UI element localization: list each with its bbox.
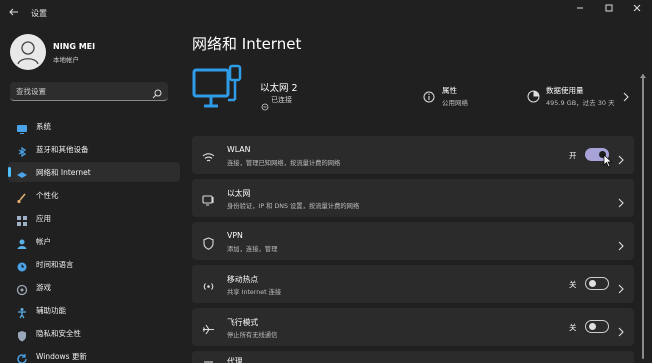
chevron-right-icon[interactable] bbox=[618, 193, 624, 208]
ethernet-icon bbox=[202, 192, 215, 206]
proxy-icon bbox=[202, 354, 215, 363]
back-arrow-icon[interactable] bbox=[8, 6, 24, 22]
card-subtitle: 共享 Internet 连接 bbox=[227, 289, 282, 296]
avatar[interactable] bbox=[10, 34, 46, 70]
mouse-cursor-icon bbox=[603, 153, 613, 168]
scroll-up-icon[interactable] bbox=[640, 64, 646, 78]
sidebar-item-accounts[interactable]: 帐户 bbox=[8, 231, 180, 251]
properties-subtitle: 公用网络 bbox=[442, 99, 468, 107]
hotspot-toggle[interactable] bbox=[585, 277, 609, 290]
wifi-icon bbox=[202, 149, 215, 162]
maximize-icon[interactable] bbox=[600, 3, 618, 17]
airplane-icon bbox=[202, 321, 215, 335]
card-title: 以太网 bbox=[227, 189, 251, 198]
sidebar-item-label: 个性化 bbox=[36, 191, 59, 200]
toggle-state-label: 关 bbox=[569, 280, 577, 289]
wifi-diamond-icon bbox=[16, 166, 28, 178]
sidebar-item-label: 帐户 bbox=[36, 237, 51, 246]
toggle-knob bbox=[589, 280, 596, 287]
close-icon[interactable] bbox=[628, 3, 646, 17]
sidebar-item-privacy[interactable]: 隐私和安全性 bbox=[8, 323, 180, 343]
sidebar-item-windows-update[interactable]: Windows 更新 bbox=[8, 346, 180, 363]
vpn-shield-icon bbox=[202, 235, 215, 250]
info-icon[interactable] bbox=[423, 88, 435, 103]
card-title: 移动热点 bbox=[227, 275, 259, 284]
chevron-right-icon[interactable] bbox=[618, 279, 624, 294]
profile-name: NING MEI bbox=[53, 42, 96, 51]
gamepad-icon bbox=[16, 281, 28, 296]
sidebar-item-bluetooth[interactable]: 蓝牙和其他设备 bbox=[8, 139, 180, 159]
page-title: 网络和 Internet bbox=[192, 35, 302, 53]
sidebar-item-label: 时间和语言 bbox=[36, 260, 74, 269]
data-usage-subtitle: 495.9 GB，过去 30 天 bbox=[546, 99, 615, 107]
search-placeholder: 查找设置 bbox=[16, 87, 46, 96]
search-input[interactable]: 查找设置 bbox=[10, 82, 168, 101]
card-subtitle: 添加，连接，管理 bbox=[227, 246, 278, 253]
toggle-state-label: 开 bbox=[569, 151, 577, 160]
sidebar-item-gaming[interactable]: 游戏 bbox=[8, 277, 180, 297]
chevron-right-icon[interactable] bbox=[622, 88, 630, 102]
sidebar-item-label: 隐私和安全性 bbox=[36, 329, 81, 338]
chevron-right-icon[interactable] bbox=[618, 236, 624, 251]
sidebar-item-label: 应用 bbox=[36, 214, 51, 223]
sidebar-item-label: 网络和 Internet bbox=[36, 168, 91, 177]
sidebar-item-apps[interactable]: 应用 bbox=[8, 208, 180, 228]
minimize-icon[interactable] bbox=[571, 3, 589, 17]
bluetooth-icon bbox=[16, 143, 28, 158]
card-title: 飞行模式 bbox=[227, 318, 259, 327]
globe-clock-icon bbox=[16, 258, 28, 272]
app-title: 设置 bbox=[31, 9, 47, 18]
card-subtitle: 连接，管理已知网络，按流量计费的网络 bbox=[227, 160, 341, 167]
sidebar-item-label: Windows 更新 bbox=[36, 352, 87, 361]
chevron-right-icon[interactable] bbox=[618, 322, 624, 337]
card-subtitle: 停止所有无线通信 bbox=[227, 332, 278, 339]
ethernet-status: 已连接 bbox=[271, 96, 292, 104]
monitor-icon bbox=[16, 120, 28, 134]
properties-title[interactable]: 属性 bbox=[442, 85, 457, 96]
card-proxy[interactable]: 代理 bbox=[192, 351, 634, 363]
card-vpn[interactable]: VPN 添加，连接，管理 bbox=[192, 222, 634, 260]
toggle-knob bbox=[589, 323, 596, 330]
brush-icon bbox=[16, 189, 28, 204]
toggle-state-label: 关 bbox=[569, 323, 577, 332]
update-icon bbox=[16, 350, 28, 363]
account-type: 本地帐户 bbox=[53, 56, 79, 64]
card-mobile-hotspot[interactable]: 移动热点 共享 Internet 连接 关 bbox=[192, 265, 634, 303]
sidebar-item-personalization[interactable]: 个性化 bbox=[8, 185, 180, 205]
accessibility-icon bbox=[16, 304, 28, 319]
person-icon bbox=[16, 235, 28, 249]
active-indicator bbox=[8, 167, 11, 177]
sidebar-item-time-language[interactable]: 时间和语言 bbox=[8, 254, 180, 274]
chevron-right-icon[interactable] bbox=[618, 150, 624, 165]
sidebar-item-label: 蓝牙和其他设备 bbox=[36, 145, 89, 154]
search-icon bbox=[151, 85, 163, 99]
sidebar-item-system[interactable]: 系统 bbox=[8, 116, 180, 136]
scrollbar[interactable] bbox=[642, 74, 644, 359]
data-usage-icon[interactable] bbox=[527, 88, 540, 103]
card-title: 代理 bbox=[227, 357, 243, 363]
sidebar-item-label: 系统 bbox=[36, 122, 51, 131]
card-title: WLAN bbox=[227, 145, 251, 154]
card-title: VPN bbox=[227, 231, 243, 240]
sidebar-item-label: 辅助功能 bbox=[36, 306, 66, 315]
data-usage-title[interactable]: 数据使用量 bbox=[546, 85, 584, 96]
sidebar-item-accessibility[interactable]: 辅助功能 bbox=[8, 300, 180, 320]
shield-icon bbox=[16, 327, 28, 342]
card-airplane-mode[interactable]: 飞行模式 停止所有无线通信 关 bbox=[192, 308, 634, 346]
sidebar-item-network[interactable]: 网络和 Internet bbox=[8, 162, 180, 182]
connected-icon bbox=[261, 96, 269, 111]
title-bar: 设置 bbox=[0, 0, 652, 28]
ethernet-name: 以太网 2 bbox=[260, 83, 298, 94]
airplane-toggle[interactable] bbox=[585, 320, 609, 333]
apps-icon bbox=[16, 212, 28, 226]
card-subtitle: 身份验证，IP 和 DNS 设置，按流量计费的网络 bbox=[227, 203, 360, 210]
sidebar-item-label: 游戏 bbox=[36, 283, 51, 292]
ethernet-monitor-icon bbox=[192, 64, 250, 112]
card-wlan[interactable]: WLAN 连接，管理已知网络，按流量计费的网络 开 bbox=[192, 136, 634, 174]
card-ethernet[interactable]: 以太网 身份验证，IP 和 DNS 设置，按流量计费的网络 bbox=[192, 179, 634, 217]
hotspot-icon bbox=[202, 278, 215, 291]
